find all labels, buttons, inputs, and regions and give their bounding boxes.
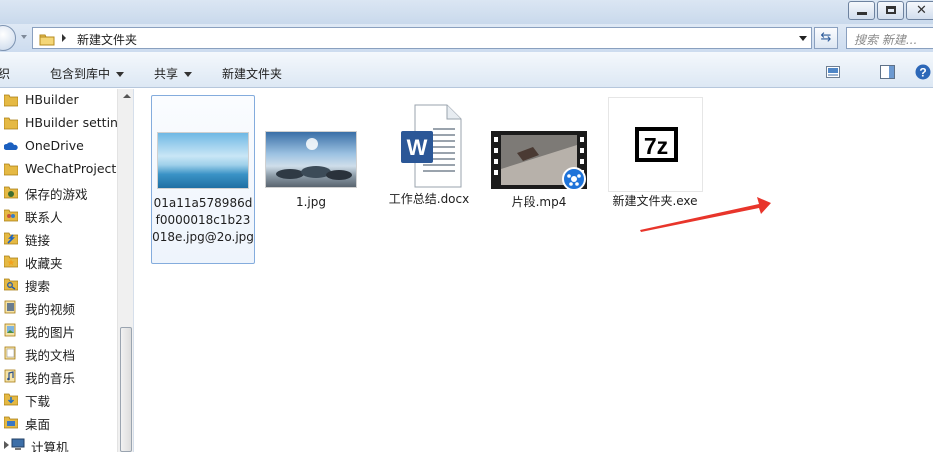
- videos-icon: [4, 300, 16, 314]
- explorer-window: ✕ 新建文件夹 ⇆ 搜索 新建... 织 包含到库中 共享 新建文件夹 ? HB…: [0, 0, 933, 452]
- sidebar-item-wechatprojects[interactable]: WeChatProjects: [0, 158, 123, 181]
- sidebar-item-computer[interactable]: 计算机: [0, 434, 118, 452]
- change-view-icon[interactable]: [826, 66, 840, 78]
- sidebar-item-label: OneDrive: [25, 138, 84, 153]
- sidebar-scrollbar[interactable]: [117, 89, 133, 452]
- include-in-library-label: 包含到库中: [50, 67, 111, 81]
- sidebar-item-hbuilder-setting[interactable]: HBuilder setting: [0, 112, 126, 135]
- share-menu[interactable]: 共享: [154, 65, 193, 82]
- scrollbar-thumb[interactable]: [120, 327, 132, 452]
- sidebar-item-desktop[interactable]: 桌面: [0, 411, 118, 434]
- scroll-up-icon[interactable]: [123, 94, 131, 98]
- sidebar-item-label: 下载: [25, 394, 51, 409]
- games-icon: [4, 186, 18, 199]
- chevron-down-icon: [116, 72, 125, 77]
- share-label: 共享: [154, 67, 179, 81]
- navigation-pane: HBuilder HBuilder setting OneDrive WeCha…: [0, 89, 134, 452]
- computer-icon: [11, 438, 25, 450]
- help-icon[interactable]: ?: [915, 64, 931, 80]
- maximize-button[interactable]: [877, 1, 904, 20]
- sidebar-item-label: HBuilder setting: [25, 115, 126, 130]
- folder-icon: [4, 117, 18, 130]
- sidebar-item-hbuilder[interactable]: HBuilder: [0, 89, 118, 112]
- cloud-icon: [4, 142, 18, 150]
- close-button[interactable]: ✕: [906, 1, 933, 20]
- sidebar-item-label: WeChatProjects: [25, 161, 123, 176]
- sidebar-item-my-documents[interactable]: 我的文档: [0, 342, 118, 365]
- sidebar-item-my-videos[interactable]: 我的视频: [0, 296, 118, 319]
- pictures-icon: [4, 323, 16, 337]
- folder-icon: [4, 94, 18, 107]
- minimize-button[interactable]: [848, 1, 875, 20]
- sidebar-item-label: 桌面: [25, 417, 51, 432]
- svg-text:?: ?: [919, 66, 926, 80]
- new-folder-button[interactable]: 新建文件夹: [222, 65, 282, 82]
- sidebar-item-contacts[interactable]: 联系人: [0, 204, 118, 227]
- search-input[interactable]: 搜索 新建...: [846, 27, 933, 49]
- back-button[interactable]: [0, 25, 16, 51]
- folder-icon: [39, 34, 55, 46]
- command-bar: 织 包含到库中 共享 新建文件夹 ?: [0, 52, 933, 88]
- documents-icon: [4, 346, 16, 360]
- recent-pages-dropdown[interactable]: [21, 35, 27, 39]
- breadcrumb-separator-icon[interactable]: [62, 34, 66, 42]
- sidebar-item-label: 链接: [25, 233, 51, 248]
- favorites-icon: [4, 255, 18, 268]
- address-dropdown-icon[interactable]: [799, 36, 807, 41]
- sidebar-item-searches[interactable]: 搜索: [0, 273, 118, 296]
- sidebar-item-label: 我的视频: [25, 302, 76, 317]
- preview-pane-icon[interactable]: [880, 65, 895, 79]
- address-bar[interactable]: 新建文件夹: [32, 27, 812, 49]
- title-bar: ✕: [0, 0, 933, 24]
- file-list: 01a11a578986df0000018c1b23018e.jpg@2o.jp…: [135, 89, 933, 452]
- search-folder-icon: [4, 278, 18, 291]
- sidebar-item-label: 搜索: [25, 279, 51, 294]
- refresh-button[interactable]: ⇆: [814, 27, 838, 49]
- sidebar-item-saved-games[interactable]: 保存的游戏: [0, 181, 118, 204]
- sidebar-item-favorites[interactable]: 收藏夹: [0, 250, 118, 273]
- sidebar-item-label: HBuilder: [25, 92, 79, 107]
- chevron-down-icon: [184, 72, 193, 77]
- sidebar-item-label: 我的音乐: [25, 371, 76, 386]
- sidebar-item-onedrive[interactable]: OneDrive: [0, 135, 118, 158]
- sidebar-item-my-music[interactable]: 我的音乐: [0, 365, 118, 388]
- sidebar-item-downloads[interactable]: 下载: [0, 388, 118, 411]
- music-icon: [4, 369, 16, 383]
- sidebar-item-links[interactable]: 链接: [0, 227, 118, 250]
- organize-menu-fragment[interactable]: 织: [0, 65, 10, 82]
- sidebar-item-my-pictures[interactable]: 我的图片: [0, 319, 118, 342]
- downloads-icon: [4, 393, 18, 406]
- sidebar-item-label: 我的文档: [25, 348, 76, 363]
- sidebar-item-label: 联系人: [25, 210, 63, 225]
- folder-icon: [4, 163, 18, 176]
- links-icon: [4, 232, 18, 245]
- close-icon: ✕: [916, 3, 927, 18]
- sidebar-item-label: 保存的游戏: [25, 187, 88, 202]
- address-row: 新建文件夹 ⇆ 搜索 新建...: [0, 24, 933, 52]
- desktop-icon: [4, 416, 18, 429]
- breadcrumb-current-folder[interactable]: 新建文件夹: [77, 31, 137, 48]
- contacts-icon: [4, 209, 18, 222]
- minimize-icon: [857, 12, 867, 15]
- include-in-library-menu[interactable]: 包含到库中: [50, 65, 125, 82]
- sidebar-item-label: 我的图片: [25, 325, 76, 340]
- sidebar-item-label: 收藏夹: [25, 256, 63, 271]
- maximize-icon: [886, 6, 896, 14]
- sidebar-item-label: 计算机: [31, 440, 69, 452]
- annotation-arrow-icon: [640, 197, 771, 232]
